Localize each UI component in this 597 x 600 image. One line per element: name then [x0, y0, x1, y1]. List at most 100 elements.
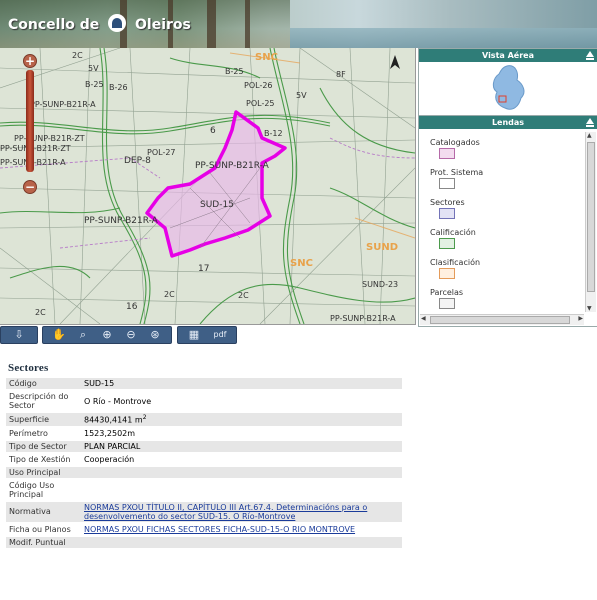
- attribute-key: Superficie: [6, 413, 81, 426]
- table-row: Tipo de Sector PLAN PARCIAL: [6, 440, 402, 452]
- zoom-out-icon[interactable]: ⊖: [123, 328, 139, 342]
- pdf-icon[interactable]: pdf: [212, 328, 228, 342]
- sectores-swatch-icon: [439, 208, 455, 219]
- north-arrow-icon: [390, 55, 400, 69]
- scrollbar-thumb[interactable]: [587, 142, 595, 292]
- map-label: 5V: [296, 91, 307, 100]
- map-label: 2C: [238, 291, 249, 300]
- toolbar-group-3: ▦ pdf: [177, 326, 237, 344]
- attribute-value: [81, 536, 402, 548]
- attribute-key: Ficha ou Planos: [9, 524, 71, 534]
- attribute-value: [81, 466, 402, 478]
- attribute-key: Normativa: [6, 501, 81, 522]
- attribute-key: Tipo de Sector: [6, 440, 81, 452]
- attribute-value: PLAN PARCIAL: [81, 440, 402, 452]
- map-label: 2C: [35, 308, 46, 317]
- attribute-key: Código: [6, 378, 81, 389]
- scroll-up-icon[interactable]: ▲: [587, 132, 592, 139]
- pan-icon[interactable]: ✋: [51, 328, 67, 342]
- normativa-link[interactable]: NORMAS PXOU TÍTULO II, CAPÍTULO III Art.…: [84, 503, 367, 521]
- attribute-key: Perímetro: [9, 428, 48, 438]
- area-value: 84430,4141 m: [84, 415, 143, 425]
- table-row: Modif. Puntual: [6, 536, 402, 548]
- attribute-value: 1523,2502m: [84, 428, 136, 438]
- map-label: PP-SUNP-B21R-A: [195, 161, 269, 171]
- legend-item[interactable]: Prot. Sistema: [423, 164, 583, 194]
- legend-item[interactable]: Sectores: [423, 194, 583, 224]
- aerial-view-title: Vista Aérea: [482, 51, 534, 60]
- table-row: Tipo de Xestión Cooperación: [6, 454, 402, 465]
- scroll-left-icon[interactable]: ◀: [421, 315, 426, 322]
- collapse-icon[interactable]: [586, 51, 594, 57]
- collapse-bar-icon: [586, 125, 594, 127]
- download-icon[interactable]: ⇩: [11, 328, 27, 342]
- toolbar-group-2: ✋ ⌕ ⊕ ⊖ ⊛: [42, 326, 172, 344]
- map-label: 6: [210, 126, 216, 136]
- scroll-down-icon[interactable]: ▼: [587, 305, 592, 312]
- ficha-link[interactable]: NORMAS PXOU FICHAS SECTORES FICHA-SUD-15…: [84, 525, 355, 534]
- area-unit-exponent: 2: [142, 414, 147, 421]
- legend-item[interactable]: Catalogados: [423, 134, 583, 164]
- map-viewport[interactable]: SNC 2C 5V B-25 POL-26 POL-25 PP-SUNP-B21…: [0, 48, 416, 325]
- map-label: 8F: [336, 70, 346, 79]
- attribute-value: Cooperación: [84, 454, 135, 464]
- header-banner-water: [290, 28, 597, 48]
- legend-item-label: Catalogados: [430, 138, 480, 147]
- table-row: Descripción do Sector O Río - Montrove: [6, 391, 402, 411]
- legend-horizontal-scrollbar[interactable]: ◀ ▶: [420, 314, 584, 325]
- collapse-icon[interactable]: [586, 118, 594, 124]
- print-icon[interactable]: ▦: [186, 328, 202, 342]
- legend-header[interactable]: Lendas: [419, 116, 597, 129]
- site-title-part1: Concello de: [8, 17, 100, 33]
- map-label: B-25: [85, 80, 104, 89]
- catalogados-swatch-icon: [439, 148, 455, 159]
- zoom-out-button[interactable]: −: [23, 180, 37, 194]
- legend-list: Catalogados Prot. Sistema Sectores Calif…: [423, 134, 583, 314]
- site-title-part2: Oleiros: [135, 17, 191, 33]
- aerial-view-panel: Vista Aérea: [418, 48, 597, 117]
- map-label: SUND-23: [362, 280, 399, 289]
- legend-title: Lendas: [491, 118, 525, 127]
- table-row: Uso Principal: [6, 466, 402, 478]
- table-row: Código Uso Principal: [6, 480, 402, 500]
- map-label: SNC: [255, 52, 278, 63]
- parcelas-swatch-icon: [439, 298, 455, 309]
- prot-sistema-swatch-icon: [439, 178, 455, 189]
- legend-item[interactable]: Calificación: [423, 224, 583, 254]
- site-title[interactable]: Concello de Oleiros: [8, 14, 191, 33]
- aerial-overview-map[interactable]: [419, 62, 595, 114]
- zoom-extent-icon[interactable]: ⊛: [147, 328, 163, 342]
- sector-attributes-table: Código SUD-15 Descripción do Sector O Rí…: [6, 376, 402, 550]
- map-label: POL-26: [244, 81, 273, 90]
- aerial-view-header[interactable]: Vista Aérea: [419, 49, 597, 62]
- attribute-value: O Río - Montrove: [84, 396, 152, 406]
- table-row: Superficie 84430,4141 m2: [6, 413, 402, 426]
- oleiros-logo-icon: [108, 14, 127, 32]
- tree-trunk: [207, 0, 216, 48]
- scroll-right-icon[interactable]: ▶: [578, 315, 583, 322]
- map-label: 5V: [88, 64, 99, 73]
- section-title: Sectores: [8, 362, 49, 374]
- map-label: 2C: [164, 290, 175, 299]
- zoom-in-button[interactable]: +: [23, 54, 37, 68]
- legend-item[interactable]: Clasificación: [423, 254, 583, 284]
- collapse-bar-icon: [586, 58, 594, 60]
- attribute-value: 84430,4141 m2: [81, 413, 402, 426]
- zoom-in-icon[interactable]: ⊕: [99, 328, 115, 342]
- legend-vertical-scrollbar[interactable]: ▲ ▼: [585, 132, 596, 312]
- zoom-control: + −: [23, 54, 37, 194]
- table-row: Normativa NORMAS PXOU TÍTULO II, CAPÍTUL…: [6, 501, 402, 522]
- map-label: PP-SUNP-B21R-A: [30, 100, 96, 109]
- legend-item[interactable]: Parcelas: [423, 284, 583, 314]
- scrollbar-thumb[interactable]: [430, 316, 570, 324]
- legend-panel: Lendas Catalogados Prot. Sistema Sectore…: [418, 115, 597, 327]
- zoom-slider[interactable]: [26, 70, 34, 172]
- tree-trunk: [245, 0, 250, 48]
- calificacion-swatch-icon: [439, 238, 455, 249]
- site-header: Concello de Oleiros: [0, 0, 597, 48]
- map-canvas[interactable]: [0, 48, 415, 324]
- legend-item-label: Parcelas: [430, 288, 464, 297]
- attribute-value: [81, 480, 402, 500]
- zoom-window-icon[interactable]: ⌕: [75, 328, 91, 342]
- map-label: PP-SUNP-B21R-A: [84, 216, 158, 226]
